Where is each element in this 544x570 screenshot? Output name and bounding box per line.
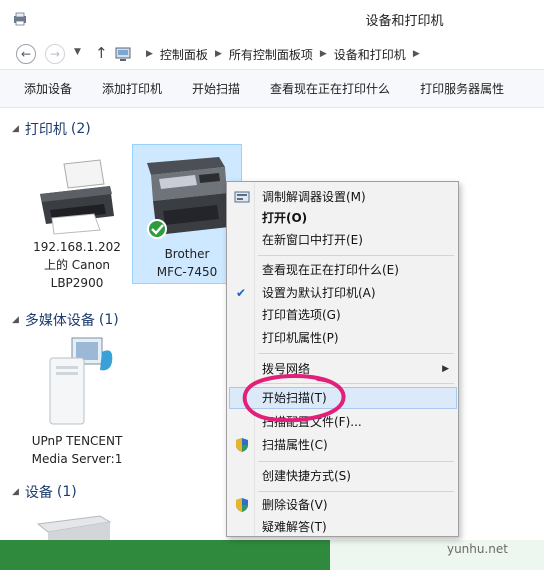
collapse-triangle-icon[interactable]: ◢ <box>12 487 19 497</box>
media-server-icon <box>49 337 113 425</box>
back-arrow-icon[interactable]: ← <box>16 44 36 64</box>
control-panel-icon <box>115 47 131 61</box>
watermark-text: yunhu.net <box>446 542 508 556</box>
group-count: (2) <box>70 121 91 137</box>
uac-shield-icon <box>236 438 248 452</box>
menu-item-see-whats-printing[interactable]: 查看现在正在打印什么(E) <box>229 259 457 281</box>
collapse-triangle-icon[interactable]: ◢ <box>12 315 19 325</box>
menu-separator <box>258 255 454 256</box>
group-title: 多媒体设备 <box>24 313 95 329</box>
add-printer-button[interactable]: 添加打印机 <box>102 80 162 97</box>
menu-item-label: 打印机属性(P) <box>262 331 339 345</box>
menu-item-label: 删除设备(V) <box>262 498 328 512</box>
device-name-line: 上的 Canon <box>43 258 111 272</box>
menu-item-printer-properties[interactable]: 打印机属性(P) <box>229 327 457 349</box>
menu-item-label: 在新窗口中打开(E) <box>262 233 363 247</box>
group-count: (1) <box>98 312 119 328</box>
menu-item-modem-settings[interactable]: 调制解调器设置(M) <box>229 186 457 208</box>
menu-item-label: 调制解调器设置(M) <box>262 190 366 204</box>
menu-item-scan-properties[interactable]: 扫描属性(C) <box>229 434 457 456</box>
breadcrumb-separator-icon: ▶ <box>214 49 222 59</box>
breadcrumb-separator-icon: ▶ <box>319 49 327 59</box>
device-upnp-media-server[interactable]: UPnP TENCENT Media Server:1 <box>22 336 132 468</box>
multifunction-printer-icon <box>147 157 229 239</box>
device-canon-printer[interactable]: 192.168.1.202 上的 Canon LBP2900 <box>22 158 132 292</box>
device-name-line: MFC-7450 <box>156 265 218 279</box>
checkmark-icon: ✔ <box>236 286 247 300</box>
context-menu: 调制解调器设置(M) 打开(O) 在新窗口中打开(E) 查看现在正在打印什么(E… <box>226 181 459 537</box>
menu-item-label: 扫描属性(C) <box>262 438 328 452</box>
menu-item-label: 创建快捷方式(S) <box>262 469 351 483</box>
generic-device-icon[interactable] <box>34 510 114 540</box>
menu-item-printing-preferences[interactable]: 打印首选项(G) <box>229 304 457 326</box>
group-header-multimedia[interactable]: ◢ 多媒体设备 (1) <box>12 310 119 330</box>
uac-shield-icon <box>236 498 248 512</box>
see-whats-printing-button[interactable]: 查看现在正在打印什么 <box>270 80 390 97</box>
device-name-line: 192.168.1.202 <box>33 240 121 254</box>
menu-item-remove-device[interactable]: 删除设备(V) <box>229 494 457 516</box>
address-bar: ← → ▼ ↑ ▶ 控制面板 ▶ 所有控制面板项 ▶ 设备和打印机 ▶ <box>0 38 544 70</box>
window-title: 设备和打印机 <box>365 14 444 29</box>
group-count: (1) <box>56 484 77 500</box>
menu-item-open-new-window[interactable]: 在新窗口中打开(E) <box>229 229 457 251</box>
group-header-printers[interactable]: ◢ 打印机 (2) <box>12 119 91 139</box>
forward-arrow-icon[interactable]: → <box>45 44 65 64</box>
breadcrumb-separator-icon: ▶ <box>146 49 153 59</box>
menu-separator <box>258 353 454 354</box>
menu-item-label: 设置为默认打印机(A) <box>262 286 376 300</box>
menu-item-create-shortcut[interactable]: 创建快捷方式(S) <box>229 465 457 487</box>
device-name-line: Media Server:1 <box>31 452 123 466</box>
annotation-circle <box>242 374 346 423</box>
menu-item-set-default-printer[interactable]: ✔ 设置为默认打印机(A) <box>229 282 457 304</box>
menu-item-troubleshoot[interactable]: 疑难解答(T) <box>229 516 457 538</box>
print-server-properties-button[interactable]: 打印服务器属性 <box>420 80 504 97</box>
add-device-button[interactable]: 添加设备 <box>24 80 72 97</box>
breadcrumb-control-panel[interactable]: 控制面板 <box>160 46 208 63</box>
collapse-triangle-icon[interactable]: ◢ <box>12 124 19 134</box>
group-title: 打印机 <box>24 122 67 138</box>
device-name-line: Brother <box>164 247 210 261</box>
breadcrumb-separator-icon: ▶ <box>412 49 420 59</box>
menu-item-label: 查看现在正在打印什么(E) <box>262 263 399 277</box>
device-name-line: LBP2900 <box>50 276 104 290</box>
menu-item-label: 打印首选项(G) <box>262 308 341 322</box>
command-toolbar: 添加设备 添加打印机 开始扫描 查看现在正在打印什么 打印服务器属性 <box>0 70 544 108</box>
start-scan-button[interactable]: 开始扫描 <box>192 80 240 97</box>
breadcrumb-all-items[interactable]: 所有控制面板项 <box>229 46 313 63</box>
submenu-arrow-icon: ▶ <box>442 364 449 374</box>
group-header-devices[interactable]: ◢ 设备 (1) <box>12 482 77 502</box>
menu-separator <box>258 491 454 492</box>
recent-locations-dropdown-icon[interactable]: ▼ <box>74 47 81 57</box>
group-title: 设备 <box>24 485 53 501</box>
device-name-line: UPnP TENCENT <box>31 434 123 448</box>
window-titlebar: 设备和打印机 <box>0 0 544 38</box>
menu-item-label: 打开(O) <box>262 211 308 225</box>
up-arrow-icon[interactable]: ↑ <box>95 44 108 62</box>
breadcrumb-devices-printers[interactable]: 设备和打印机 <box>334 46 406 63</box>
menu-item-label: 疑难解答(T) <box>262 520 327 534</box>
menu-item-open[interactable]: 打开(O) <box>229 207 457 229</box>
laser-printer-icon <box>40 159 114 235</box>
modem-settings-icon <box>234 191 250 203</box>
breadcrumb: ▶ 控制面板 ▶ 所有控制面板项 ▶ 设备和打印机 ▶ <box>115 43 427 65</box>
menu-separator <box>258 461 454 462</box>
